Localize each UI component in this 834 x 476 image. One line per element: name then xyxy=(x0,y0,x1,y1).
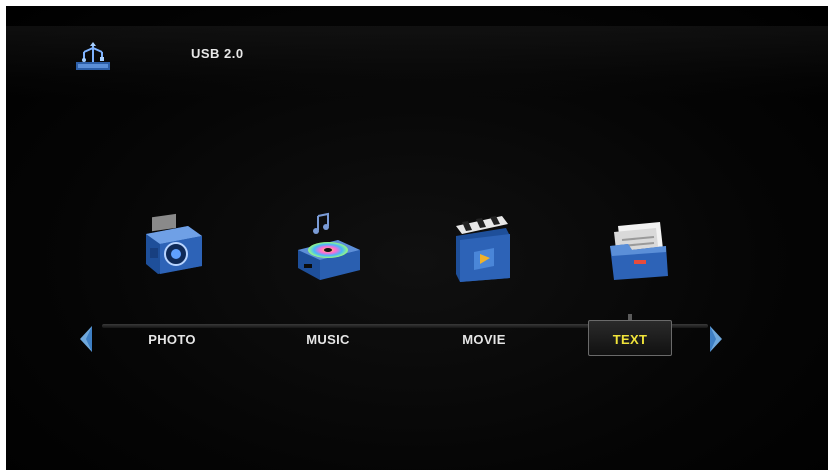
menu-item-music-label[interactable]: MUSIC xyxy=(268,332,388,347)
film-clapper-icon[interactable] xyxy=(444,206,524,286)
camera-icon[interactable] xyxy=(132,206,212,286)
music-disc-icon[interactable] xyxy=(288,206,368,286)
menu-item-movie-label[interactable]: MOVIE xyxy=(424,332,544,347)
header-bar xyxy=(6,26,828,98)
source-title: USB 2.0 xyxy=(191,46,244,61)
menu-item-photo-label[interactable]: PHOTO xyxy=(112,332,232,347)
media-player-screen: USB 2.0 PHOTO MUSIC MOVIE TEXT xyxy=(6,6,828,470)
arrow-left-icon[interactable] xyxy=(76,324,98,354)
arrow-right-icon[interactable] xyxy=(704,324,726,354)
usb-drive-icon xyxy=(76,42,110,70)
menu-item-text-label[interactable]: TEXT xyxy=(588,332,672,347)
text-folder-icon[interactable] xyxy=(600,206,680,286)
